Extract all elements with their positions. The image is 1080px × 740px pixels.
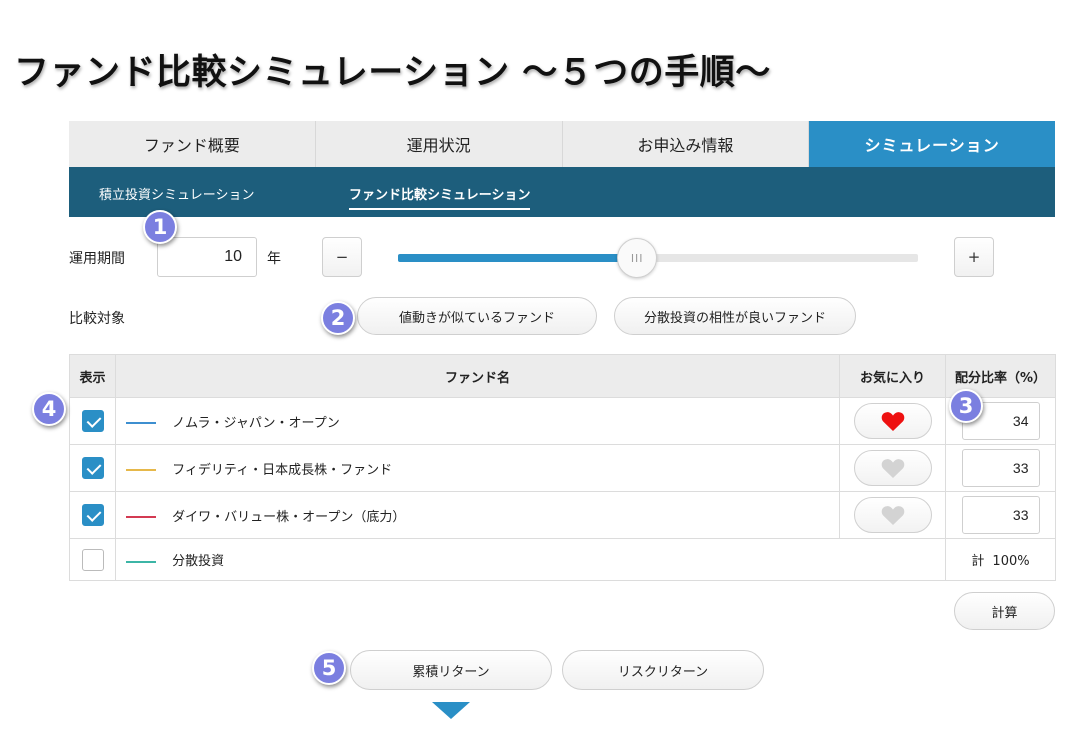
show-checkbox[interactable] — [81, 457, 104, 479]
calculate-button[interactable]: 計算 — [954, 592, 1055, 630]
table-row: フィデリティ・日本成長株・ファンド — [69, 444, 1056, 492]
period-slider-fill — [398, 254, 638, 262]
total-label: 計 — [971, 554, 985, 569]
table-row-diversified: 分散投資 計 100% — [69, 538, 1056, 581]
similar-funds-button[interactable]: 値動きが似ているファンド — [357, 297, 597, 335]
page-title: ファンド比較シミュレーション 〜５つの手順〜 — [14, 53, 771, 93]
step-badge-3: 3 — [949, 389, 983, 423]
header-fund-name: ファンド名 — [115, 354, 840, 398]
subtab-installment-simulation[interactable]: 積立投資シミュレーション — [99, 184, 254, 203]
show-checkbox[interactable] — [81, 504, 104, 526]
step-badge-5: 5 — [312, 651, 346, 685]
ratio-input[interactable] — [961, 449, 1040, 487]
tab-application-info[interactable]: お申込み情報 — [562, 121, 810, 167]
total-value: 100% — [992, 554, 1030, 569]
step-badge-1: 1 — [143, 210, 177, 244]
heart-icon — [881, 458, 904, 478]
expand-down-arrow-icon[interactable] — [432, 702, 470, 719]
fund-name: 分散投資 — [172, 554, 225, 569]
series-color-line — [126, 516, 156, 518]
sub-navigation: 積立投資シミュレーション ファンド比較シミュレーション — [69, 167, 1055, 217]
tab-fund-overview[interactable]: ファンド概要 — [69, 121, 316, 167]
period-input[interactable] — [157, 237, 257, 277]
period-minus-button[interactable]: − — [322, 237, 362, 277]
table-row: ダイワ・バリュー株・オープン（底力） — [69, 491, 1056, 539]
series-color-line — [126, 469, 156, 471]
fund-name: ノムラ・ジャパン・オープン — [172, 415, 340, 431]
step-badge-2: 2 — [321, 301, 355, 335]
compare-label: 比較対象 — [69, 311, 125, 327]
subtab-fund-comparison[interactable]: ファンド比較シミュレーション — [349, 184, 531, 210]
header-favorite: お気に入り — [839, 354, 946, 398]
fund-name: ダイワ・バリュー株・オープン（底力） — [172, 509, 406, 525]
tab-simulation[interactable]: シミュレーション — [809, 121, 1055, 167]
heart-icon — [881, 505, 904, 525]
period-label: 運用期間 — [69, 251, 125, 267]
show-checkbox[interactable] — [81, 548, 104, 571]
tab-performance[interactable]: 運用状況 — [315, 121, 563, 167]
favorite-button[interactable] — [853, 497, 932, 533]
fund-table: 表示 ファンド名 お気に入り 配分比率（%） ノムラ・ジャパン・オープン 34 … — [69, 354, 1056, 581]
header-show: 表示 — [69, 354, 116, 398]
cumulative-return-button[interactable]: 累積リターン — [350, 650, 552, 690]
step-badge-4: 4 — [32, 392, 66, 426]
risk-return-button[interactable]: リスクリターン — [562, 650, 764, 690]
period-slider-thumb[interactable]: III — [617, 238, 658, 278]
period-slider[interactable]: III — [398, 238, 918, 278]
diversification-funds-button[interactable]: 分散投資の相性が良いファンド — [614, 297, 856, 335]
series-color-line — [126, 560, 156, 563]
favorite-button[interactable] — [853, 403, 932, 439]
favorite-button[interactable] — [853, 450, 932, 486]
main-tabs: ファンド概要 運用状況 お申込み情報 シミュレーション — [69, 121, 1055, 167]
table-row: ノムラ・ジャパン・オープン — [69, 397, 1056, 445]
series-color-line — [126, 422, 156, 424]
fund-name: フィデリティ・日本成長株・ファンド — [172, 462, 393, 478]
table-header-row: 表示 ファンド名 お気に入り 配分比率（%） — [69, 354, 1056, 398]
show-checkbox[interactable] — [81, 410, 104, 432]
period-unit: 年 — [267, 251, 281, 267]
period-plus-button[interactable]: + — [954, 237, 994, 277]
heart-icon — [881, 411, 904, 431]
ratio-input[interactable] — [961, 496, 1040, 534]
